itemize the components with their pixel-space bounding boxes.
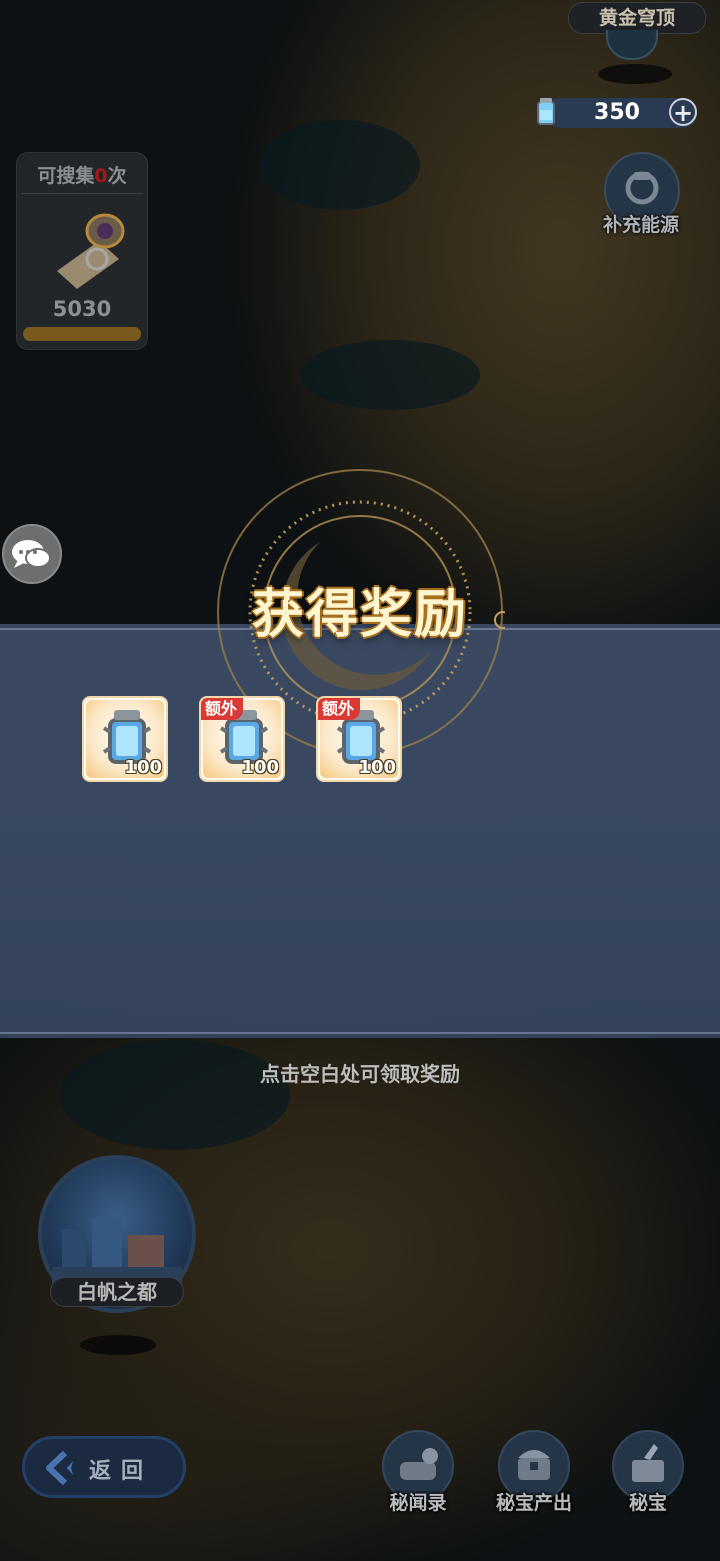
search-progress-bar [23, 327, 141, 341]
search-count: 0 [94, 165, 108, 187]
claim-hint: 点击空白处可领取奖励 [260, 1062, 460, 1086]
reward-title: 获得奖励 [251, 584, 468, 645]
treasure-label: 秘宝 [628, 1492, 667, 1514]
search-count-title: 可搜集0次 [17, 161, 147, 188]
search-prefix: 可搜集 [37, 165, 95, 187]
back-arrow-icon [46, 1450, 73, 1486]
reward-quantity: 100 [124, 757, 162, 778]
search-suffix: 次 [107, 165, 127, 187]
city-label: 白帆之都 [50, 1277, 184, 1307]
secret-records-button[interactable]: 秘闻录 [378, 1430, 458, 1520]
extra-reward-badge: 额外 [318, 698, 361, 720]
reward-quantity: 100 [241, 757, 279, 778]
secret-records-label: 秘闻录 [389, 1492, 447, 1514]
refill-energy-label: 补充能源 [602, 214, 679, 236]
reward-item[interactable]: 额外 100 [316, 696, 402, 782]
energy-value: 350 [594, 100, 640, 125]
city-node-white-sail[interactable]: 白帆之都 [38, 1155, 198, 1355]
treasure-output-button[interactable]: 秘宝产出 [494, 1430, 574, 1520]
divider [21, 193, 143, 194]
back-label: 返回 [89, 1459, 154, 1484]
treasure-scroll-icon [57, 213, 125, 289]
reward-item[interactable]: 额外 100 [199, 696, 285, 782]
energy-canister-icon [537, 98, 555, 125]
search-count-panel[interactable]: 可搜集0次 5030 [16, 152, 148, 350]
location-pin-shadow [598, 64, 672, 84]
extra-reward-badge: 额外 [201, 698, 244, 720]
treasure-button[interactable]: 秘宝 [608, 1430, 688, 1520]
add-energy-button[interactable]: + [669, 98, 697, 126]
reward-quantity: 100 [358, 757, 396, 778]
city-pin-shadow [80, 1335, 156, 1355]
refill-energy-button[interactable]: 补充能源 [603, 152, 680, 236]
reward-item[interactable]: 100 [82, 696, 168, 782]
search-value: 5030 [52, 297, 112, 321]
divider [0, 1032, 720, 1034]
treasure-output-label: 秘宝产出 [495, 1492, 572, 1514]
back-button[interactable]: 返回 [22, 1436, 186, 1498]
